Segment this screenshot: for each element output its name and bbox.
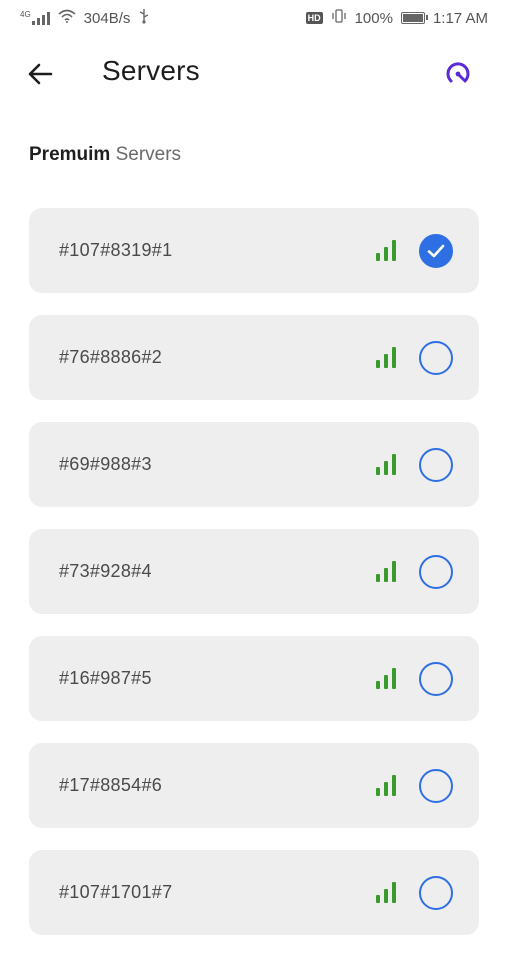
server-name: #69#988#3: [59, 454, 152, 474]
server-row[interactable]: #69#988#3: [29, 422, 479, 507]
network-speed: 304B/s: [83, 9, 131, 27]
server-radio[interactable]: [419, 341, 453, 375]
speedometer-icon: [446, 62, 470, 83]
section-header: Premuim Servers: [29, 144, 181, 166]
signal-strength-icon: [376, 347, 396, 368]
server-radio[interactable]: [419, 876, 453, 910]
server-name: #76#8886#2: [59, 347, 163, 367]
server-row[interactable]: #17#8854#6: [29, 743, 479, 828]
status-left: 4G 304B/s: [20, 8, 150, 28]
server-row[interactable]: #76#8886#2: [29, 315, 479, 400]
arrow-left-icon: [28, 63, 53, 85]
server-radio[interactable]: [419, 769, 453, 803]
network-type-label: 4G: [20, 10, 31, 19]
server-list: #107#8319#1 #76#8886#2 #69#988#3 #73#928…: [29, 208, 479, 957]
back-button[interactable]: [22, 56, 58, 92]
section-title-light: Servers: [115, 144, 182, 165]
server-row[interactable]: #107#1701#7: [29, 850, 479, 935]
checkmark-icon: [427, 244, 445, 258]
wifi-icon: [58, 9, 76, 27]
server-radio[interactable]: [419, 555, 453, 589]
battery-icon: [400, 12, 428, 24]
usb-icon: [138, 8, 150, 28]
server-name: #17#8854#6: [59, 775, 163, 795]
page-title: Servers: [102, 55, 200, 86]
server-row[interactable]: #107#8319#1: [29, 208, 479, 293]
server-name: #16#987#5: [59, 668, 152, 688]
cellular-signal-icon: 4G: [20, 11, 50, 25]
server-row[interactable]: #16#987#5: [29, 636, 479, 721]
server-name: #107#1701#7: [59, 882, 173, 902]
status-bar: 4G 304B/s HD 100% 1:17 AM: [0, 0, 506, 36]
vibrate-icon: [331, 9, 347, 27]
server-name: #107#8319#1: [59, 240, 173, 260]
speed-test-button[interactable]: [442, 58, 474, 90]
battery-percent: 100%: [354, 9, 393, 27]
hd-badge: HD: [305, 12, 323, 24]
server-radio[interactable]: [419, 448, 453, 482]
signal-strength-icon: [376, 454, 396, 475]
app-bar: Servers: [0, 36, 506, 114]
server-name: #73#928#4: [59, 561, 152, 581]
section-title-bold: Premuim: [29, 144, 111, 165]
clock: 1:17 AM: [432, 9, 488, 27]
server-radio[interactable]: [419, 662, 453, 696]
signal-strength-icon: [376, 668, 396, 689]
status-right: HD 100% 1:17 AM: [305, 9, 488, 27]
server-row[interactable]: #73#928#4: [29, 529, 479, 614]
signal-strength-icon: [376, 775, 396, 796]
signal-strength-icon: [376, 240, 396, 261]
signal-strength-icon: [376, 561, 396, 582]
server-radio-checked[interactable]: [419, 234, 453, 268]
